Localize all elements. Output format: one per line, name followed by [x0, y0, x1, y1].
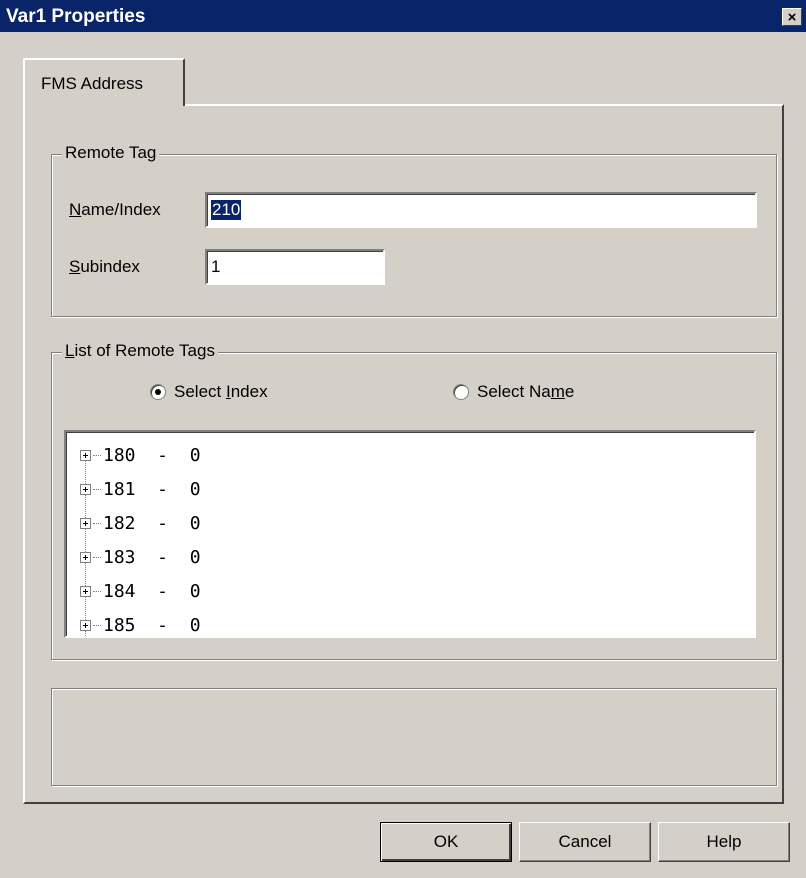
select-index-label: Select Index — [174, 382, 268, 401]
close-icon[interactable]: × — [782, 8, 802, 26]
empty-group — [51, 688, 777, 786]
help-button[interactable]: Help — [658, 822, 790, 862]
name-index-input[interactable]: 210 — [205, 192, 757, 228]
remote-tag-group: Remote Tag — [51, 143, 777, 317]
plus-box-icon[interactable] — [80, 551, 91, 563]
tree-item[interactable]: 182 - 0 — [80, 508, 201, 538]
select-name-label: Select Name — [477, 382, 575, 401]
subindex-value: 1 — [211, 257, 221, 276]
tree-item[interactable]: 185 - 0 — [80, 610, 201, 636]
window-title: Var1 Properties — [6, 6, 146, 27]
tree-item-label: 184 - 0 — [103, 580, 201, 602]
tree-item[interactable]: 181 - 0 — [80, 474, 201, 504]
remote-tag-legend: Remote Tag — [62, 143, 160, 163]
tree-item[interactable]: 180 - 0 — [80, 440, 201, 470]
plus-box-icon[interactable] — [80, 449, 91, 461]
radio-icon — [150, 384, 166, 400]
name-index-label: Name/Index — [69, 200, 161, 219]
radio-icon — [453, 384, 469, 400]
select-name-radio[interactable]: Select Name — [453, 382, 574, 402]
title-bar: Var1 Properties × — [0, 0, 806, 32]
tree-dots — [93, 556, 101, 558]
remote-tags-tree[interactable]: 180 - 0 181 - 0 182 - 0 183 - 0 184 - 0 … — [64, 430, 756, 638]
tree-item-label: 185 - 0 — [103, 614, 201, 636]
plus-box-icon[interactable] — [80, 619, 91, 631]
plus-box-icon[interactable] — [80, 517, 91, 529]
tree-dots — [93, 624, 101, 626]
tree-item[interactable]: 184 - 0 — [80, 576, 201, 606]
tree-item[interactable]: 183 - 0 — [80, 542, 201, 572]
radio-checked-dot — [155, 389, 161, 395]
tree-dots — [93, 488, 101, 490]
tree-item-label: 183 - 0 — [103, 546, 201, 568]
tab-fms-address[interactable]: FMS Address — [23, 58, 185, 106]
cancel-button[interactable]: Cancel — [519, 822, 651, 862]
subindex-input[interactable]: 1 — [205, 249, 385, 285]
tree-item-label: 181 - 0 — [103, 478, 201, 500]
tree-item-label: 180 - 0 — [103, 444, 201, 466]
remote-tags-legend: List of Remote Tags — [62, 341, 218, 361]
tree-dots — [93, 590, 101, 592]
tree-dots — [93, 454, 101, 456]
plus-box-icon[interactable] — [80, 483, 91, 495]
tree-item-label: 182 - 0 — [103, 512, 201, 534]
tree-dots — [93, 522, 101, 524]
plus-box-icon[interactable] — [80, 585, 91, 597]
ok-button[interactable]: OK — [380, 822, 512, 862]
select-index-radio[interactable]: Select Index — [150, 382, 268, 402]
tab-label: FMS Address — [41, 74, 144, 93]
subindex-label: Subindex — [69, 257, 140, 276]
name-index-value: 210 — [211, 200, 242, 220]
